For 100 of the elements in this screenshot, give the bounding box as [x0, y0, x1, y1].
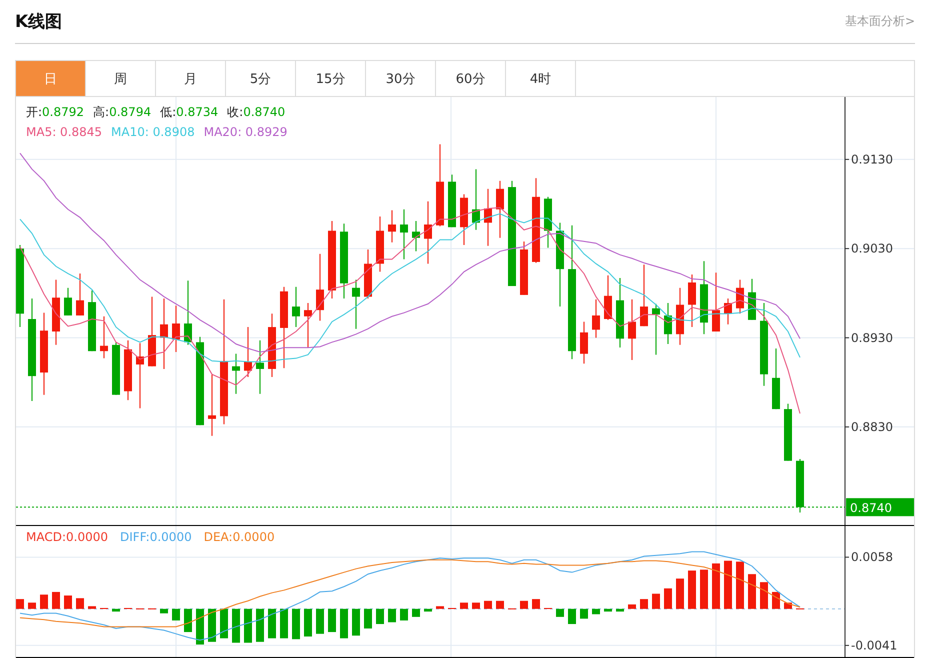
- candlestick: [244, 326, 252, 378]
- histogram-bar: [592, 608, 600, 614]
- histogram-bar: [436, 606, 444, 609]
- histogram-bar: [412, 608, 420, 617]
- candlestick: [148, 296, 156, 367]
- histogram-bar: [580, 608, 588, 619]
- candlestick: [712, 272, 720, 332]
- histogram-bar: [568, 608, 576, 624]
- candlestick: [52, 279, 60, 346]
- histogram-bar: [664, 588, 672, 609]
- candlestick: [796, 458, 804, 514]
- histogram-bar: [64, 596, 72, 609]
- indicator-reading: MACD:0.0000: [26, 530, 108, 544]
- candlestick: [100, 316, 108, 359]
- candlestick: [724, 298, 732, 325]
- candlestick: [520, 240, 528, 296]
- histogram-bar: [520, 600, 528, 609]
- candlestick: [640, 264, 648, 327]
- candlestick: [412, 220, 420, 252]
- histogram-bar: [700, 570, 708, 609]
- histogram-bar: [292, 608, 300, 640]
- candlestick: [184, 280, 192, 346]
- price-reading: 低:0.8734: [160, 104, 218, 121]
- histogram-bar: [376, 608, 384, 624]
- histogram-bar: [400, 608, 408, 620]
- histogram-bar: [772, 592, 780, 609]
- histogram-bar: [28, 602, 36, 609]
- histogram-bar: [760, 582, 768, 609]
- candlestick: [268, 313, 276, 378]
- candlestick: [580, 321, 588, 364]
- histogram-bar: [364, 608, 372, 628]
- candlestick: [376, 216, 384, 272]
- histogram-bar: [496, 600, 504, 609]
- histogram-bar: [676, 578, 684, 609]
- last-price-tag: 0.8740: [846, 498, 914, 516]
- histogram-bar: [268, 608, 276, 638]
- candlestick: [592, 298, 600, 338]
- histogram-bar: [316, 608, 324, 634]
- candlestick: [316, 253, 324, 322]
- histogram-bar: [40, 594, 48, 609]
- candlestick: [784, 403, 792, 462]
- candlestick: [256, 340, 264, 394]
- candlestick: [676, 287, 684, 346]
- candlestick: [352, 279, 360, 330]
- candlestick: [208, 374, 216, 436]
- candlestick: [460, 194, 468, 246]
- histogram-bar: [424, 608, 432, 612]
- candlestick: [544, 196, 552, 248]
- candlestick: [172, 305, 180, 353]
- histogram-bar: [712, 563, 720, 609]
- histogram-bar: [352, 608, 360, 636]
- candlestick: [496, 180, 504, 238]
- moving-average-reading: MA10: 0.8908: [111, 124, 195, 141]
- candlestick: [160, 298, 168, 370]
- candlestick: [652, 303, 660, 356]
- candlestick: [604, 274, 612, 320]
- candlestick: [772, 348, 780, 410]
- axis-tick-label: -0.0041: [844, 638, 898, 652]
- histogram-bar: [76, 598, 84, 609]
- candlestick: [424, 200, 432, 264]
- candlestick: [736, 279, 744, 314]
- histogram-bar: [16, 599, 24, 609]
- candlestick: [76, 273, 84, 316]
- candlestick: [628, 298, 636, 361]
- histogram-bar: [472, 602, 480, 609]
- histogram-bar: [724, 560, 732, 609]
- price-reading: 开:0.8792: [26, 104, 84, 121]
- histogram-bar: [388, 608, 396, 622]
- histogram-bar: [184, 608, 192, 632]
- histogram-bar: [640, 599, 648, 609]
- candlestick: [472, 168, 480, 230]
- candlestick: [484, 188, 492, 246]
- candlestick: [232, 353, 240, 394]
- histogram-bar: [460, 602, 468, 609]
- candlestick: [136, 342, 144, 409]
- histogram-bar: [52, 592, 60, 609]
- histogram-bar: [328, 608, 336, 632]
- histogram-bar: [532, 599, 540, 609]
- candlestick: [616, 278, 624, 348]
- candlestick: [688, 274, 696, 328]
- moving-average-reading: MA5: 0.8845: [26, 124, 102, 141]
- histogram-bar: [556, 608, 564, 617]
- histogram-bar: [736, 562, 744, 609]
- histogram-bar: [244, 608, 252, 643]
- price-reading: 收:0.8740: [227, 104, 286, 121]
- histogram-bar: [688, 570, 696, 609]
- candlestick: [292, 286, 300, 328]
- candlestick: [124, 340, 132, 401]
- histogram-bar: [160, 608, 168, 614]
- histogram-bar: [232, 608, 240, 643]
- histogram-bar: [748, 574, 756, 609]
- page-title: K线图: [15, 11, 62, 33]
- candlestick: [400, 208, 408, 260]
- axis-tick-label: 0.9130: [844, 152, 893, 166]
- candlestick: [664, 302, 672, 344]
- candlestick: [88, 290, 96, 352]
- histogram-bar: [172, 608, 180, 620]
- axis-tick-label: 0.8830: [844, 420, 893, 434]
- histogram-bar: [340, 608, 348, 638]
- histogram-bar: [304, 608, 312, 636]
